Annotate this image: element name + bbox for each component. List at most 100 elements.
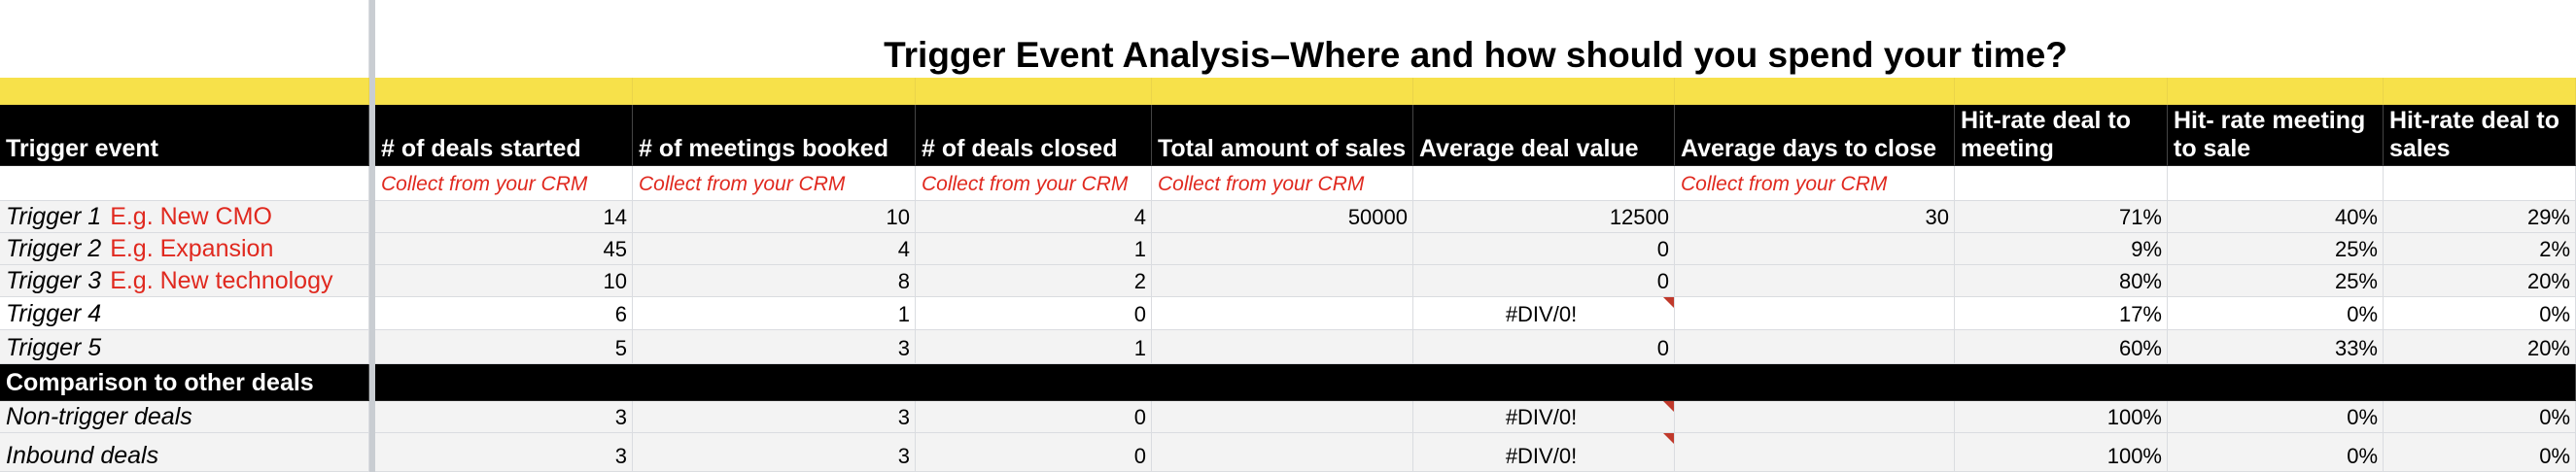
cell-hit-deal-meeting[interactable]: 100% — [1955, 433, 2168, 472]
cell-avg-days-close[interactable] — [1675, 233, 1955, 265]
cell-total-sales[interactable]: 50000 — [1152, 201, 1413, 233]
cell-total-sales[interactable] — [1152, 433, 1413, 472]
cell-hit-deal-sales[interactable]: 0% — [2384, 297, 2576, 330]
hint-meetings-booked[interactable]: Collect from your CRM — [633, 166, 916, 201]
yellow-cell[interactable] — [375, 78, 633, 105]
cell-hit-deal-meeting[interactable]: 100% — [1955, 401, 2168, 433]
cell-deals-started[interactable]: 3 — [375, 433, 633, 472]
yellow-cell[interactable] — [0, 78, 369, 105]
cell-hit-deal-meeting[interactable]: 60% — [1955, 330, 2168, 364]
cell-meetings-booked[interactable]: 4 — [633, 233, 916, 265]
yellow-cell[interactable] — [1152, 78, 1413, 105]
cell-avg-deal-value[interactable]: #DIV/0! — [1413, 297, 1675, 330]
header-avg-days-close[interactable]: Average days to close — [1675, 105, 1955, 166]
cell-deals-started[interactable]: 5 — [375, 330, 633, 364]
cell-avg-deal-value[interactable]: 0 — [1413, 330, 1675, 364]
cell-hit-meeting-sale[interactable]: 0% — [2168, 401, 2384, 433]
yellow-cell[interactable] — [2168, 78, 2384, 105]
cell-meetings-booked[interactable]: 10 — [633, 201, 916, 233]
cell-deals-closed[interactable]: 0 — [916, 433, 1152, 472]
cell-avg-deal-value[interactable]: #DIV/0! — [1413, 433, 1675, 472]
cell-total-sales[interactable] — [1152, 265, 1413, 297]
cell-avg-days-close[interactable] — [1675, 330, 1955, 364]
row-label-cell[interactable]: Inbound deals — [0, 433, 369, 472]
cell-avg-deal-value[interactable]: 0 — [1413, 233, 1675, 265]
cell-total-sales[interactable] — [1152, 401, 1413, 433]
cell-avg-deal-value[interactable]: 0 — [1413, 265, 1675, 297]
header-meetings-booked[interactable]: # of meetings booked — [633, 105, 916, 166]
cell-meetings-booked[interactable]: 8 — [633, 265, 916, 297]
cell-total-sales[interactable] — [1152, 233, 1413, 265]
row-label-cell[interactable]: Trigger 2 E.g. Expansion — [0, 233, 369, 265]
yellow-cell[interactable] — [633, 78, 916, 105]
cell-deals-started[interactable]: 3 — [375, 401, 633, 433]
cell-hit-meeting-sale[interactable]: 40% — [2168, 201, 2384, 233]
yellow-cell[interactable] — [1955, 78, 2168, 105]
cell-hit-deal-sales[interactable]: 0% — [2384, 433, 2576, 472]
cell-avg-deal-value[interactable]: #DIV/0! — [1413, 401, 1675, 433]
cell-frozen-title[interactable] — [0, 0, 369, 78]
cell-deals-closed[interactable]: 0 — [916, 297, 1152, 330]
hint-cell-empty[interactable] — [1955, 166, 2168, 201]
comparison-black-cell[interactable] — [375, 364, 2576, 401]
row-label-cell[interactable]: Trigger 3 E.g. New technology — [0, 265, 369, 297]
hint-cell-empty[interactable] — [0, 166, 369, 201]
cell-hit-meeting-sale[interactable]: 25% — [2168, 265, 2384, 297]
cell-hit-deal-sales[interactable]: 20% — [2384, 330, 2576, 364]
cell-deals-closed[interactable]: 1 — [916, 330, 1152, 364]
header-hit-deal-sales[interactable]: Hit-rate deal to sales — [2384, 105, 2576, 166]
cell-hit-deal-meeting[interactable]: 80% — [1955, 265, 2168, 297]
yellow-cell[interactable] — [2384, 78, 2576, 105]
cell-avg-days-close[interactable]: 30 — [1675, 201, 1955, 233]
cell-avg-days-close[interactable] — [1675, 265, 1955, 297]
hint-deals-closed[interactable]: Collect from your CRM — [916, 166, 1152, 201]
row-label-cell[interactable]: Non-trigger deals — [0, 401, 369, 433]
cell-deals-started[interactable]: 6 — [375, 297, 633, 330]
cell-deals-closed[interactable]: 1 — [916, 233, 1152, 265]
cell-hit-meeting-sale[interactable]: 0% — [2168, 297, 2384, 330]
cell-avg-days-close[interactable] — [1675, 297, 1955, 330]
cell-deals-closed[interactable]: 0 — [916, 401, 1152, 433]
cell-hit-meeting-sale[interactable]: 25% — [2168, 233, 2384, 265]
hint-cell-empty[interactable] — [2168, 166, 2384, 201]
cell-total-sales[interactable] — [1152, 330, 1413, 364]
cell-deals-started[interactable]: 45 — [375, 233, 633, 265]
cell-meetings-booked[interactable]: 1 — [633, 297, 916, 330]
row-label-cell[interactable]: Trigger 5 — [0, 330, 369, 364]
header-deals-closed[interactable]: # of deals closed — [916, 105, 1152, 166]
cell-deals-closed[interactable]: 2 — [916, 265, 1152, 297]
cell-deals-started[interactable]: 14 — [375, 201, 633, 233]
cell-hit-deal-meeting[interactable]: 17% — [1955, 297, 2168, 330]
header-trigger-event[interactable]: Trigger event — [0, 105, 369, 166]
frozen-column-divider[interactable] — [369, 0, 375, 472]
cell-meetings-booked[interactable]: 3 — [633, 330, 916, 364]
cell-deals-closed[interactable]: 4 — [916, 201, 1152, 233]
cell-hit-deal-sales[interactable]: 20% — [2384, 265, 2576, 297]
cell-hit-deal-sales[interactable]: 29% — [2384, 201, 2576, 233]
cell-meetings-booked[interactable]: 3 — [633, 433, 916, 472]
cell-hit-meeting-sale[interactable]: 0% — [2168, 433, 2384, 472]
cell-meetings-booked[interactable]: 3 — [633, 401, 916, 433]
header-total-sales[interactable]: Total amount of sales — [1152, 105, 1413, 166]
yellow-cell[interactable] — [1413, 78, 1675, 105]
cell-avg-days-close[interactable] — [1675, 433, 1955, 472]
hint-cell-empty[interactable] — [1413, 166, 1675, 201]
hint-total-sales[interactable]: Collect from your CRM — [1152, 166, 1413, 201]
hint-cell-empty[interactable] — [2384, 166, 2576, 201]
cell-total-sales[interactable] — [1152, 297, 1413, 330]
cell-avg-deal-value[interactable]: 12500 — [1413, 201, 1675, 233]
cell-hit-meeting-sale[interactable]: 33% — [2168, 330, 2384, 364]
header-hit-deal-meeting[interactable]: Hit-rate deal to meeting — [1955, 105, 2168, 166]
cell-hit-deal-sales[interactable]: 2% — [2384, 233, 2576, 265]
hint-avg-days-close[interactable]: Collect from your CRM — [1675, 166, 1955, 201]
cell-hit-deal-sales[interactable]: 0% — [2384, 401, 2576, 433]
yellow-cell[interactable] — [916, 78, 1152, 105]
header-deals-started[interactable]: # of deals started — [375, 105, 633, 166]
comparison-header[interactable]: Comparison to other deals — [0, 364, 369, 401]
cell-hit-deal-meeting[interactable]: 9% — [1955, 233, 2168, 265]
row-label-cell[interactable]: Trigger 4 — [0, 297, 369, 330]
header-hit-meeting-sale[interactable]: Hit- rate meeting to sale — [2168, 105, 2384, 166]
row-label-cell[interactable]: Trigger 1 E.g. New CMO — [0, 201, 369, 233]
yellow-cell[interactable] — [1675, 78, 1955, 105]
cell-deals-started[interactable]: 10 — [375, 265, 633, 297]
